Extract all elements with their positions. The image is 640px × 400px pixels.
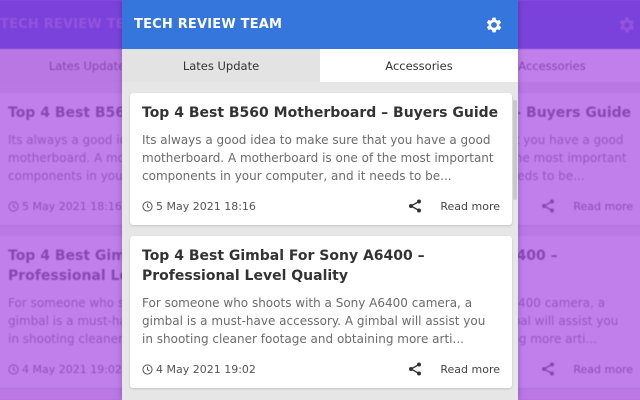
post-date: 5 May 2021 18:16 — [156, 199, 256, 213]
post-card: Top 4 Best Gimbal For Sony A6400 – Profe… — [130, 236, 512, 388]
gear-icon[interactable] — [484, 15, 504, 35]
read-more-link: Read more — [573, 362, 633, 376]
app-title: TECH REVIEW TEAM — [134, 17, 283, 32]
post-title[interactable]: Top 4 Best Gimbal For Sony A6400 – Profe… — [142, 246, 500, 286]
clock-icon — [8, 200, 19, 212]
post-card: Top 4 Best B560 Motherboard – Buyers Gui… — [130, 93, 512, 225]
post-excerpt: For someone who shoots with a Sony A6400… — [142, 296, 486, 346]
clock-icon — [142, 200, 153, 212]
post-excerpt: Its always a good idea to make sure that… — [142, 133, 494, 183]
read-more-link[interactable]: Read more — [440, 200, 500, 213]
share-icon[interactable] — [408, 199, 422, 213]
tab-accessories[interactable]: Accessories — [320, 49, 518, 82]
tab-bar: Lates Update Accessories — [122, 49, 518, 82]
clock-icon — [8, 363, 19, 375]
post-date: 4 May 2021 19:02 — [22, 362, 122, 376]
post-list: Top 4 Best B560 Motherboard – Buyers Gui… — [122, 82, 518, 388]
extension-popup: TECH REVIEW TEAM Lates Update Accessorie… — [122, 0, 518, 400]
read-more-link: Read more — [573, 199, 633, 213]
header: TECH REVIEW TEAM — [122, 0, 518, 49]
share-icon — [542, 362, 555, 376]
tab-lates-update[interactable]: Lates Update — [122, 49, 320, 82]
post-title[interactable]: Top 4 Best B560 Motherboard – Buyers Gui… — [142, 103, 500, 123]
share-icon[interactable] — [408, 362, 422, 376]
share-icon — [542, 199, 555, 213]
clock-icon — [142, 363, 153, 375]
scrollbar[interactable] — [513, 100, 517, 200]
read-more-link[interactable]: Read more — [440, 363, 500, 376]
post-date: 4 May 2021 19:02 — [156, 362, 256, 376]
gear-icon — [619, 17, 635, 32]
post-date: 5 May 2021 18:16 — [22, 199, 122, 213]
